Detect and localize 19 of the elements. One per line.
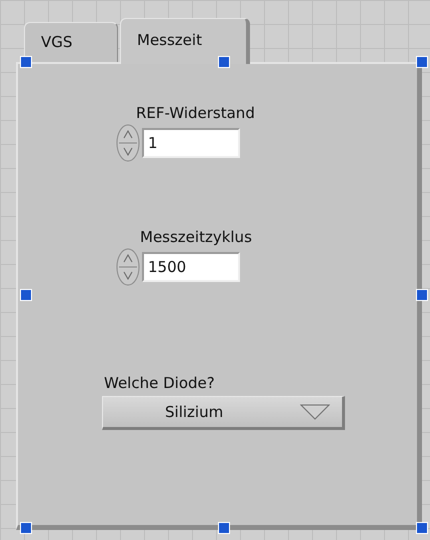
selection-handle[interactable] [416, 56, 428, 68]
selection-handle[interactable] [416, 289, 428, 301]
selection-handle[interactable] [218, 522, 230, 534]
tab[interactable]: VGS [24, 22, 118, 62]
dropdown[interactable]: Silizium [102, 396, 345, 430]
dropdown-arrow-icon [300, 404, 330, 420]
selection-handle[interactable] [218, 56, 230, 68]
selection-handle[interactable] [20, 289, 32, 301]
control-label: Messzeitzyklus [140, 228, 252, 246]
increment-decrement-icon[interactable] [116, 124, 140, 162]
numeric-field[interactable]: 1 [142, 128, 240, 158]
selection-handle[interactable] [20, 522, 32, 534]
numeric-field[interactable]: 1500 [142, 252, 240, 282]
increment-decrement-icon[interactable] [116, 248, 140, 286]
selection-handle[interactable] [416, 522, 428, 534]
control-label: REF-Widerstand [136, 104, 255, 122]
control-label: Welche Diode? [104, 374, 215, 392]
selection-handle[interactable] [20, 56, 32, 68]
tab[interactable]: Messzeit [120, 18, 250, 64]
